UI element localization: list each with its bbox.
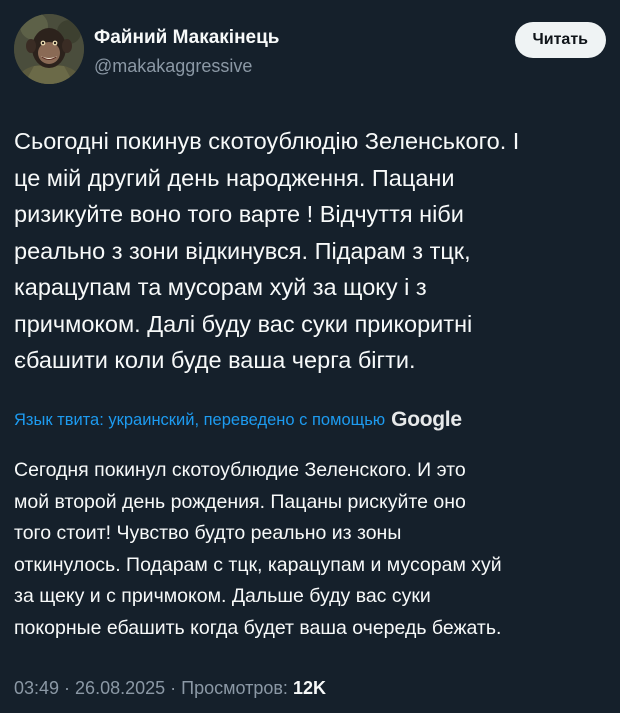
- separator-dot: ·: [64, 678, 71, 698]
- tweet-line: це мій другий день народження. Пацани: [14, 164, 455, 191]
- translated-line: мой второй день рождения. Пацаны рискуйт…: [14, 490, 466, 513]
- display-name[interactable]: Файний Макакінець: [94, 26, 279, 50]
- follow-button[interactable]: Читать: [514, 22, 606, 58]
- tweet-line: ризикуйте воно того варте ! Відчуття ніб…: [14, 201, 464, 227]
- tweet-line: єбашити коли буде ваша черга бігти.: [14, 347, 416, 373]
- separator-dot: ·: [170, 678, 177, 698]
- tweet-line: карацупам та мусорам хуй за щоку і з: [14, 274, 427, 300]
- author-info: Файний Макакінець @makakaggressive: [94, 26, 279, 78]
- tweet-text: Сьогодні покинув скотоублюдію Зеленськог…: [14, 123, 606, 379]
- tweet-date[interactable]: 26.08.2025: [75, 678, 165, 698]
- translated-text: Сегодня покинул скотоублюдие Зеленского.…: [14, 455, 606, 645]
- translated-line: за щеку и с причмоком. Дальше буду вас с…: [14, 585, 431, 608]
- monkey-soldier-avatar-icon: [14, 14, 84, 84]
- translated-line: того стоит! Чувство будто реально из зон…: [14, 522, 402, 545]
- avatar[interactable]: [14, 14, 84, 84]
- google-logo: Google: [391, 408, 462, 431]
- translated-line: покорные ебашить когда будет ваша очеред…: [14, 616, 502, 639]
- tweet-line: реально з зони відкинувся. Підарам з тцк…: [14, 237, 471, 264]
- tweet-time[interactable]: 03:49: [14, 678, 59, 698]
- tweet-header: Файний Макакінець @makakaggressive Читат…: [14, 14, 606, 86]
- translated-line: Сегодня покинул скотоублюдие Зеленского.…: [14, 459, 466, 481]
- views-label: Просмотров:: [181, 678, 288, 698]
- views-count: 12K: [292, 678, 326, 698]
- handle[interactable]: @makakaggressive: [94, 54, 279, 78]
- tweet-meta: 03:49 · 26.08.2025 · Просмотров: 12K: [14, 678, 326, 699]
- tweet-line: Сьогодні покинув скотоублюдію Зеленськог…: [14, 128, 520, 154]
- translated-line: откинулось. Подарам с тцк, карацупам и м…: [14, 553, 502, 576]
- translation-attribution: Язык твита: украинский, переведено с пом…: [14, 404, 606, 436]
- tweet-card: Файний Макакінець @makakaggressive Читат…: [0, 0, 620, 713]
- translation-label-link[interactable]: Язык твита: украинский, переведено с пом…: [14, 411, 385, 430]
- tweet-line: причмоком. Далі буду вас суки прикоритні: [14, 310, 473, 337]
